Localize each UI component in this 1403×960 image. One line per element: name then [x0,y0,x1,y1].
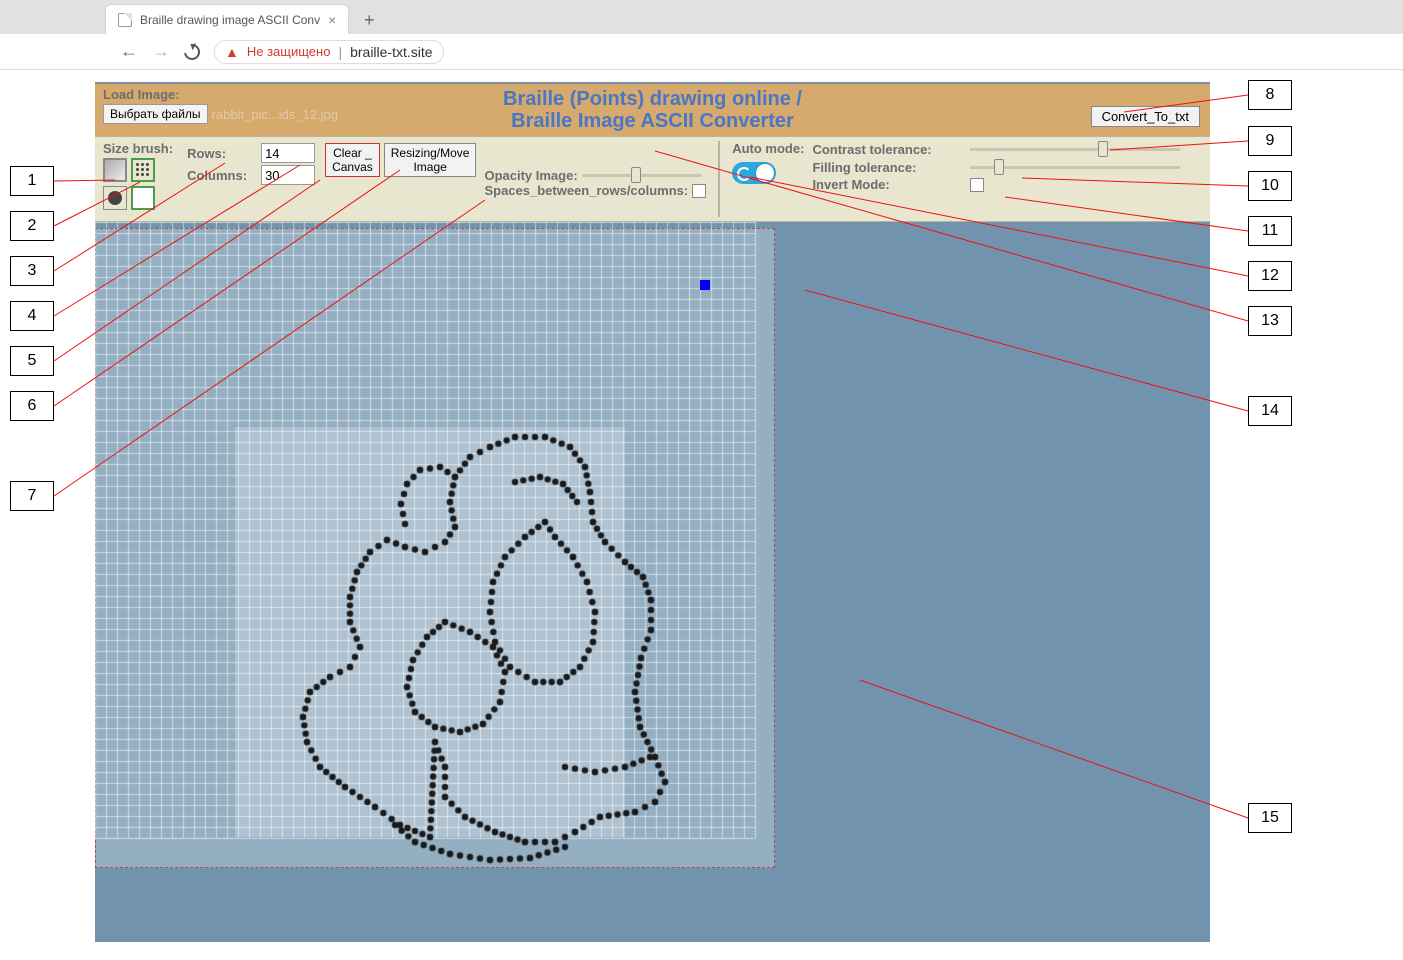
canvas-area[interactable] [95,222,1210,942]
spaces-checkbox[interactable] [692,184,706,198]
invert-label: Invert Mode: [812,177,962,192]
annotation-12: 12 [1248,261,1292,291]
annotation-11: 11 [1248,216,1292,246]
filling-slider[interactable] [970,159,1180,175]
warning-icon: ▲ [225,44,239,60]
annotation-10: 10 [1248,171,1292,201]
new-tab-button[interactable]: + [355,6,383,34]
close-icon[interactable]: × [328,12,336,28]
annotation-14: 14 [1248,396,1292,426]
annotation-8: 8 [1248,80,1292,110]
annotation-6: 6 [10,391,54,421]
back-button[interactable]: ← [120,41,138,62]
auto-mode-toggle[interactable] [732,162,776,184]
annotation-2: 2 [10,211,54,241]
contrast-label: Contrast tolerance: [812,142,962,157]
annotation-7: 7 [10,481,54,511]
page-icon [118,13,132,27]
chosen-filename: rabbit_pic...ids_12.jpg [212,107,338,122]
filling-label: Filling tolerance: [812,160,962,175]
dots-canvas [95,222,1210,942]
resizing-move-button[interactable]: Resizing/Move Image [384,143,477,177]
annotation-5: 5 [10,346,54,376]
opacity-slider[interactable] [582,167,702,183]
load-image-label: Load Image: [103,87,1202,102]
brush-gradient-tool[interactable] [103,158,127,182]
contrast-slider[interactable] [970,141,1180,157]
url-host: braille-txt.site [350,44,432,60]
choose-files-button[interactable]: Выбрать файлы [103,104,208,124]
refresh-button[interactable] [181,40,203,62]
annotation-15: 15 [1248,803,1292,833]
convert-button[interactable]: Convert_To_txt [1091,106,1200,127]
address-bar[interactable]: ▲ Не защищено | braille-txt.site [214,40,444,64]
app-header: Load Image: Выбрать файлы rabbit_pic...i… [95,84,1210,136]
invert-checkbox[interactable] [970,178,984,192]
opacity-label: Opacity Image: [484,168,577,183]
brush-dotgrid-tool[interactable] [131,158,155,182]
auto-mode-label: Auto mode: [732,141,804,156]
annotation-9: 9 [1248,126,1292,156]
annotation-13: 13 [1248,306,1292,336]
spaces-label: Spaces_between_rows/columns: [484,183,688,198]
rows-label: Rows: [187,146,257,161]
brush-square-tool[interactable] [131,186,155,210]
size-brush-label: Size brush: [103,141,173,156]
annotation-4: 4 [10,301,54,331]
annotation-3: 3 [10,256,54,286]
brush-circle-tool[interactable] [103,186,127,210]
columns-label: Columns: [187,168,257,183]
columns-input[interactable] [261,165,315,185]
rows-input[interactable] [261,143,315,163]
clear-canvas-button[interactable]: Clear _ Canvas [325,143,380,177]
drag-handle-icon[interactable] [700,280,710,290]
annotation-1: 1 [10,166,54,196]
forward-button[interactable]: → [152,41,170,62]
not-secure-label: Не защищено [247,44,331,59]
browser-tab[interactable]: Braille drawing image ASCII Conv × [105,4,349,34]
tab-title: Braille drawing image ASCII Conv [140,13,320,27]
